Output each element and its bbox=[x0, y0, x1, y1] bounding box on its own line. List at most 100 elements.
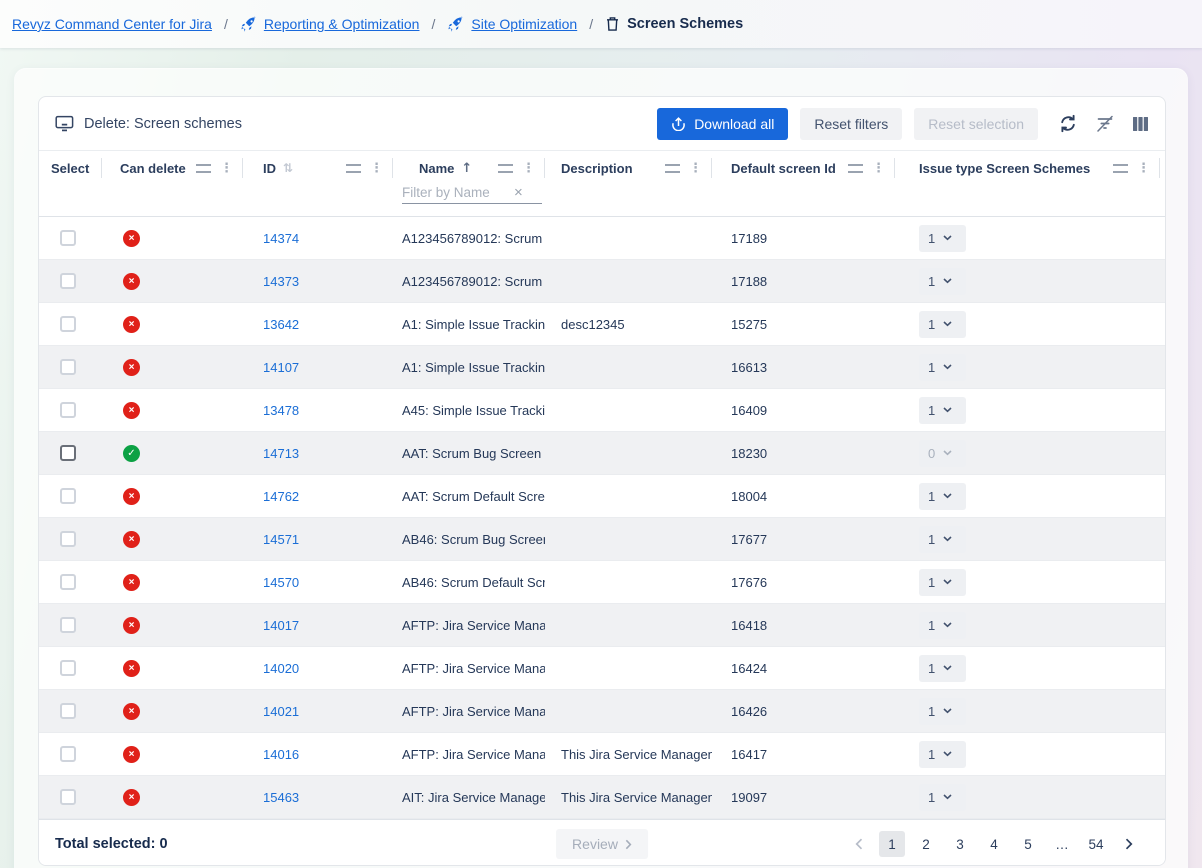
row-default-screen-id: 19097 bbox=[712, 776, 895, 818]
breadcrumb-link-site-optimization[interactable]: Site Optimization bbox=[471, 16, 577, 32]
next-page-button[interactable] bbox=[1117, 831, 1141, 857]
table-row: × 14107 A1: Simple Issue Tracking 16613 … bbox=[39, 346, 1165, 389]
row-checkbox[interactable] bbox=[60, 660, 76, 676]
column-menu-icon[interactable]: ⋮ bbox=[689, 162, 702, 175]
reset-filters-button[interactable]: Reset filters bbox=[800, 108, 902, 140]
row-name: A123456789012: Scrum De bbox=[393, 260, 545, 302]
reset-selection-button[interactable]: Reset selection bbox=[914, 108, 1038, 140]
issue-type-count-dropdown[interactable]: 1 bbox=[919, 483, 966, 510]
row-id-link[interactable]: 13478 bbox=[263, 403, 299, 418]
issue-type-count-dropdown[interactable]: 1 bbox=[919, 569, 966, 596]
row-id-link[interactable]: 14016 bbox=[263, 747, 299, 762]
row-id-link[interactable]: 14017 bbox=[263, 618, 299, 633]
row-checkbox[interactable] bbox=[60, 574, 76, 590]
row-id-link[interactable]: 14762 bbox=[263, 489, 299, 504]
issue-type-count-dropdown[interactable]: 1 bbox=[919, 311, 966, 338]
row-id-link[interactable]: 14107 bbox=[263, 360, 299, 375]
row-checkbox[interactable] bbox=[60, 316, 76, 332]
row-checkbox[interactable] bbox=[60, 746, 76, 762]
column-header-can-delete[interactable]: Can delete ⋮ bbox=[102, 151, 243, 185]
row-id-link[interactable]: 14570 bbox=[263, 575, 299, 590]
row-checkbox[interactable] bbox=[60, 488, 76, 504]
filter-icon[interactable] bbox=[848, 164, 863, 173]
filter-icon[interactable] bbox=[1113, 164, 1128, 173]
filter-icon[interactable] bbox=[196, 164, 211, 173]
row-checkbox[interactable] bbox=[60, 789, 76, 805]
column-menu-icon[interactable]: ⋮ bbox=[370, 162, 383, 175]
clear-name-filter-icon[interactable]: × bbox=[514, 185, 523, 200]
row-id-link[interactable]: 14373 bbox=[263, 274, 299, 289]
can-delete-status-icon: ✓ bbox=[123, 445, 140, 462]
issue-type-count-dropdown[interactable]: 1 bbox=[919, 741, 966, 768]
page-button-2[interactable]: 2 bbox=[913, 831, 939, 857]
table-header: Select Can delete ⋮ ID ⇅ ⋮ Name ↑ ⋮ De bbox=[39, 151, 1165, 217]
row-checkbox[interactable] bbox=[60, 703, 76, 719]
column-header-default-screen-id[interactable]: Default screen Id ⋮ bbox=[712, 151, 895, 185]
row-default-screen-id: 16426 bbox=[712, 690, 895, 732]
row-id-link[interactable]: 13642 bbox=[263, 317, 299, 332]
row-name: AAT: Scrum Default Scree bbox=[393, 475, 545, 517]
page-button-5[interactable]: 5 bbox=[1015, 831, 1041, 857]
columns-icon bbox=[1132, 116, 1149, 132]
row-name: AB46: Scrum Default Scree bbox=[393, 561, 545, 603]
can-delete-status-icon: × bbox=[123, 574, 140, 591]
sort-icon[interactable]: ⇅ bbox=[283, 161, 293, 175]
row-name: AFTP: Jira Service Manage bbox=[393, 690, 545, 732]
breadcrumb-link-reporting-optimization[interactable]: Reporting & Optimization bbox=[264, 16, 420, 32]
row-id-link[interactable]: 14571 bbox=[263, 532, 299, 547]
page-button-4[interactable]: 4 bbox=[981, 831, 1007, 857]
column-menu-icon[interactable]: ⋮ bbox=[872, 162, 885, 175]
name-filter-input[interactable] bbox=[402, 185, 514, 200]
review-button[interactable]: Review bbox=[556, 829, 648, 859]
issue-type-count-dropdown[interactable]: 1 bbox=[919, 354, 966, 381]
issue-type-count-dropdown[interactable]: 1 bbox=[919, 397, 966, 424]
row-id-link[interactable]: 14374 bbox=[263, 231, 299, 246]
filter-icon[interactable] bbox=[665, 164, 680, 173]
column-menu-icon[interactable]: ⋮ bbox=[1137, 162, 1150, 175]
table-row: × 14571 AB46: Scrum Bug Screen S 17677 1 bbox=[39, 518, 1165, 561]
row-checkbox[interactable] bbox=[60, 531, 76, 547]
columns-button[interactable] bbox=[1132, 116, 1149, 132]
can-delete-status-icon: × bbox=[123, 273, 140, 290]
issue-type-count-dropdown[interactable]: 1 bbox=[919, 268, 966, 295]
previous-page-button[interactable] bbox=[847, 831, 871, 857]
column-header-issue-type-screen-schemes[interactable]: Issue type Screen Schemes ⋮ bbox=[895, 151, 1160, 185]
column-header-name[interactable]: Name ↑ ⋮ bbox=[393, 151, 545, 185]
row-checkbox[interactable] bbox=[60, 273, 76, 289]
column-menu-icon[interactable]: ⋮ bbox=[220, 162, 233, 175]
issue-type-count-dropdown[interactable]: 1 bbox=[919, 612, 966, 639]
issue-type-count-dropdown[interactable]: 1 bbox=[919, 526, 966, 553]
column-menu-icon[interactable]: ⋮ bbox=[522, 162, 535, 175]
row-id-link[interactable]: 14021 bbox=[263, 704, 299, 719]
row-checkbox[interactable] bbox=[60, 445, 76, 461]
chevron-down-icon bbox=[943, 450, 952, 456]
breadcrumb-separator: / bbox=[220, 16, 232, 32]
column-header-id[interactable]: ID ⇅ ⋮ bbox=[243, 151, 393, 185]
page-button-54[interactable]: 54 bbox=[1083, 831, 1109, 857]
issue-type-count-dropdown[interactable]: 1 bbox=[919, 655, 966, 682]
download-all-button[interactable]: Download all bbox=[657, 108, 788, 140]
page-button-3[interactable]: 3 bbox=[947, 831, 973, 857]
page-button-1[interactable]: 1 bbox=[879, 831, 905, 857]
row-name: A45: Simple Issue Tracking bbox=[393, 389, 545, 431]
issue-type-count-dropdown[interactable]: 1 bbox=[919, 698, 966, 725]
row-checkbox[interactable] bbox=[60, 402, 76, 418]
sort-ascending-icon[interactable]: ↑ bbox=[461, 161, 472, 176]
issue-type-count-dropdown[interactable]: 1 bbox=[919, 784, 966, 811]
row-name: AFTP: Jira Service Manage bbox=[393, 733, 545, 775]
row-default-screen-id: 17677 bbox=[712, 518, 895, 560]
row-checkbox[interactable] bbox=[60, 617, 76, 633]
filter-icon[interactable] bbox=[498, 164, 513, 173]
column-header-description[interactable]: Description ⋮ bbox=[545, 151, 712, 185]
clear-filter-button[interactable] bbox=[1095, 114, 1115, 133]
row-id-link[interactable]: 14713 bbox=[263, 446, 299, 461]
row-id-link[interactable]: 15463 bbox=[263, 790, 299, 805]
row-id-link[interactable]: 14020 bbox=[263, 661, 299, 676]
filter-icon[interactable] bbox=[346, 164, 361, 173]
refresh-button[interactable] bbox=[1058, 114, 1078, 133]
issue-type-count-dropdown[interactable]: 0 bbox=[919, 440, 966, 467]
breadcrumb-link-command-center[interactable]: Revyz Command Center for Jira bbox=[12, 16, 212, 32]
row-checkbox[interactable] bbox=[60, 359, 76, 375]
issue-type-count-dropdown[interactable]: 1 bbox=[919, 225, 966, 252]
row-checkbox[interactable] bbox=[60, 230, 76, 246]
